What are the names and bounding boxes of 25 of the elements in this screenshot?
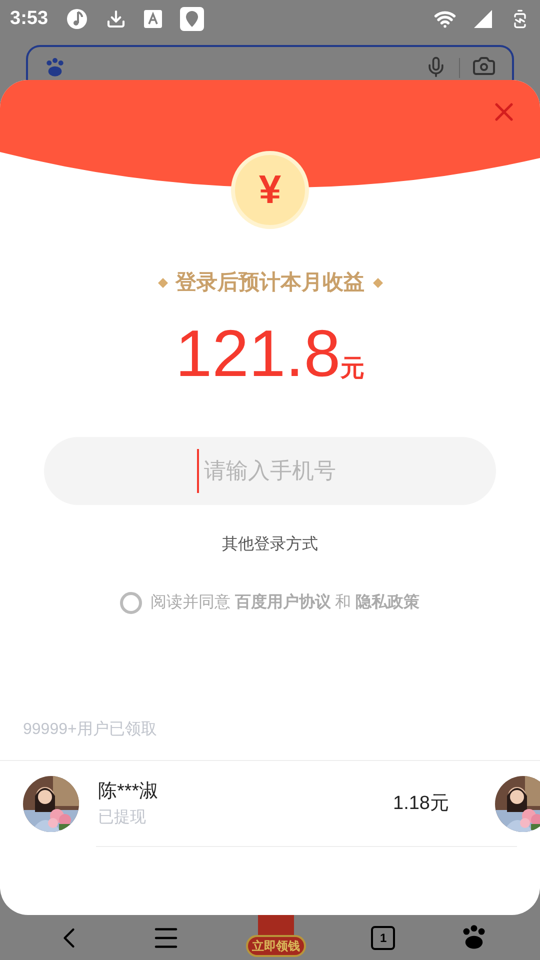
camera-icon[interactable] (472, 54, 496, 78)
claimed-count: 99999+用户已领取 (23, 720, 157, 740)
phone-field[interactable]: 请输入手机号 (44, 436, 496, 504)
wifi-icon (434, 8, 456, 30)
other-login-link[interactable]: 其他登录方式 (222, 532, 318, 556)
coin-icon: ¥ (231, 151, 309, 229)
diamond-icon (158, 278, 168, 288)
agree-checkbox[interactable] (120, 592, 142, 614)
amount: 121.8 (175, 314, 341, 392)
user-name: 陈***淑 (98, 780, 158, 804)
download-icon (106, 9, 126, 29)
record-amount: 1.18元 (393, 792, 449, 816)
dialog-title: 登录后预计本月收益 (176, 270, 364, 296)
record-status: 已提现 (98, 808, 147, 828)
agreement-text: 阅读并同意 百度用户协议 和 隐私政策 (150, 592, 420, 612)
font-icon (144, 10, 162, 28)
status-time: 3:53 (10, 6, 48, 31)
tab-count-button[interactable]: 1 (371, 926, 396, 950)
signal-icon (474, 10, 492, 28)
map-pin-icon (180, 7, 204, 31)
music-icon (66, 8, 88, 30)
promo-button[interactable]: 立即领钱 (244, 915, 307, 960)
amount-unit: 元 (340, 354, 365, 384)
paw-icon (44, 58, 66, 78)
diamond-icon (372, 278, 382, 288)
